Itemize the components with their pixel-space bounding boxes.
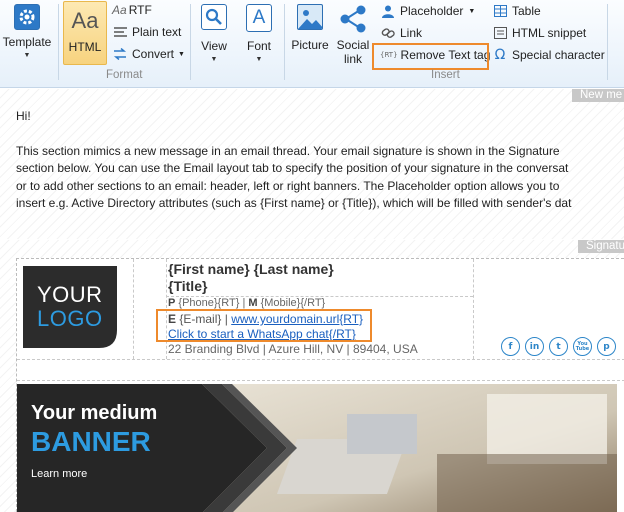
banner-subtitle: BANNER	[31, 426, 151, 457]
table-label: Table	[512, 4, 541, 18]
cell-border	[133, 259, 134, 359]
placeholder-button[interactable]: Placeholder ▼	[380, 4, 475, 18]
html-snippet-button[interactable]: HTML snippet	[492, 26, 586, 40]
youtube-icon[interactable]: You Tube	[573, 337, 592, 356]
omega-icon: Ω	[494, 47, 506, 63]
placeholder-label: Placeholder	[400, 4, 464, 18]
twitter-icon[interactable]: t	[549, 337, 568, 356]
special-character-button[interactable]: Ω Special character	[492, 47, 605, 63]
html-button[interactable]: Aa HTML	[63, 1, 107, 65]
logo-text-your: YOUR	[37, 282, 103, 307]
table-button[interactable]: Table	[492, 4, 541, 18]
picture-button[interactable]: Picture	[288, 4, 332, 68]
separator	[607, 4, 608, 80]
company-logo: YOUR LOGO	[23, 266, 117, 348]
cell-border	[17, 359, 624, 360]
body-line: This section mimics a new message in an …	[16, 143, 560, 158]
convert-arrows-icon	[112, 47, 128, 61]
font-glyph: A	[252, 7, 266, 28]
chevron-down-icon: ▼	[255, 56, 263, 63]
separator	[58, 4, 59, 80]
ribbon-toolbar: Template ▼ Aa HTML Aa RTF Plain text Con…	[0, 0, 624, 88]
phone-label: P	[168, 297, 176, 309]
picture-label: Picture	[291, 38, 329, 52]
plain-text-button[interactable]: Plain text	[112, 25, 181, 39]
signature-box[interactable]: YOUR LOGO {First name} {Last name} {Titl…	[16, 258, 624, 512]
view-button[interactable]: View ▼	[195, 4, 233, 74]
insert-group-label: Insert	[431, 69, 460, 81]
name-placeholder: {First name} {Last name}	[168, 261, 334, 277]
rtf-label: RTF	[128, 3, 152, 17]
linkedin-icon[interactable]: in	[525, 337, 544, 356]
gear-icon	[14, 4, 40, 30]
logo-text-logo: LOGO	[37, 306, 103, 331]
text-lines-icon	[112, 25, 128, 39]
chevron-down-icon: ▼	[468, 7, 476, 15]
template-label: Template	[2, 35, 52, 49]
code-icon	[492, 26, 508, 40]
mobile-label: M	[248, 297, 258, 309]
plain-text-label: Plain text	[132, 25, 182, 39]
message-body[interactable]: Hi! This section mimics a new message in…	[16, 108, 624, 213]
medium-banner[interactable]: Your medium BANNER Learn more	[17, 384, 617, 512]
rtf-button[interactable]: Aa RTF	[112, 3, 152, 17]
body-line: insert e.g. Active Directory attributes …	[16, 196, 572, 210]
social-icons: f in t You Tube p	[501, 337, 616, 356]
font-label: Font	[246, 39, 271, 53]
pinterest-icon[interactable]: p	[597, 337, 616, 356]
format-group-label: Format	[106, 69, 143, 81]
chevron-down-icon: ▼	[178, 50, 185, 58]
cell-border	[17, 380, 624, 381]
html-format-icon: Aa	[71, 8, 99, 33]
remove-text-tag-highlight	[372, 43, 489, 70]
link-label: Link	[400, 26, 423, 40]
html-label: HTML	[68, 40, 102, 54]
link-icon	[380, 26, 396, 40]
font-icon: A	[246, 4, 272, 32]
special-character-label: Special character	[512, 48, 605, 62]
social-link-button[interactable]: Social link	[334, 4, 372, 68]
social-link-label-2: link	[343, 52, 362, 66]
learn-more-link[interactable]: Learn more	[31, 468, 87, 480]
chevron-down-icon: ▼	[210, 56, 218, 63]
chevron-down-icon: ▼	[23, 52, 31, 59]
title-placeholder: {Title}	[168, 278, 208, 294]
separator	[284, 4, 285, 80]
new-message-tag: New me	[572, 89, 624, 102]
table-icon	[492, 4, 508, 18]
person-icon	[380, 4, 396, 18]
html-snippet-label: HTML snippet	[512, 26, 587, 40]
phone-value: {Phone}{RT}	[178, 297, 240, 309]
rt-tag-highlight	[156, 309, 372, 342]
mobile-value: {Mobile}{/RT}	[260, 297, 326, 309]
banner-title: Your medium	[31, 402, 158, 424]
signature-tag: Signatu	[578, 240, 624, 253]
picture-icon	[297, 4, 323, 30]
body-line: or to add other sections to an email: he…	[16, 178, 560, 193]
separator	[190, 4, 191, 80]
share-icon	[338, 4, 368, 34]
rtf-icon: Aa	[112, 3, 127, 17]
social-link-label-1: Social	[336, 38, 370, 52]
font-button[interactable]: A Font ▼	[240, 4, 278, 74]
convert-label: Convert	[132, 47, 175, 61]
facebook-icon[interactable]: f	[501, 337, 520, 356]
convert-button[interactable]: Convert ▼	[112, 47, 185, 61]
view-label: View	[201, 39, 227, 53]
link-button[interactable]: Link	[380, 26, 422, 40]
greeting-text: Hi!	[16, 109, 31, 123]
address-text: 22 Branding Blvd | Azure Hill, NV | 8940…	[168, 342, 418, 356]
phone-line: P {Phone}{RT} | M {Mobile}{/RT}	[168, 297, 325, 309]
cell-border	[473, 259, 474, 359]
separator-text: |	[242, 297, 246, 309]
body-line: section below. You can use the Email lay…	[16, 161, 569, 175]
magnifier-icon	[201, 4, 227, 30]
template-button[interactable]: Template ▼	[0, 4, 54, 74]
